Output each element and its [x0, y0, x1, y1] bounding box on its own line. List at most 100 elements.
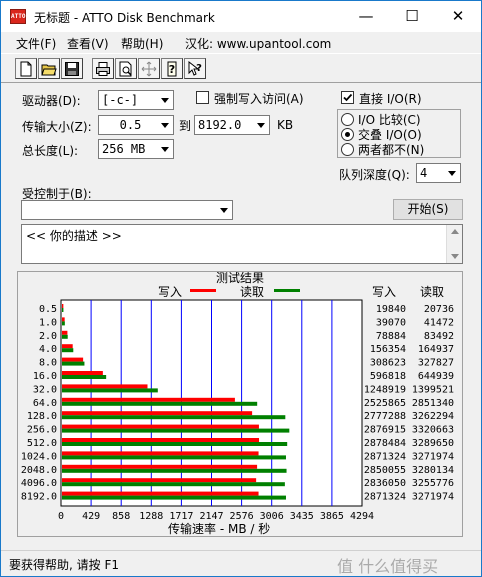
controlled-by-select[interactable]	[21, 200, 233, 220]
read-bar	[62, 334, 68, 339]
x-tick-label: 858	[112, 511, 130, 522]
menu-view[interactable]: 查看(V)	[67, 35, 109, 52]
io-compare-radio[interactable]	[341, 113, 354, 126]
chevron-down-icon	[215, 201, 232, 219]
write-value: 308623	[370, 358, 406, 369]
title-bar[interactable]: ATTO 无标题 - ATTO Disk Benchmark — ☐ ✕	[1, 1, 481, 32]
drive-select[interactable]: [-c-]	[98, 90, 174, 110]
write-bar	[62, 371, 103, 375]
queue-depth-select[interactable]: 4	[416, 163, 461, 183]
legend-write-label: 写入	[158, 285, 182, 299]
read-value: 3289650	[412, 438, 454, 449]
help-button[interactable]: ?	[161, 58, 183, 79]
read-bar	[62, 468, 287, 473]
force-write-checkbox[interactable]	[196, 91, 209, 104]
write-bar	[62, 464, 258, 469]
menu-file[interactable]: 文件(F)	[16, 35, 56, 52]
move-button[interactable]	[138, 58, 160, 79]
write-value: 2836050	[364, 478, 406, 489]
write-value: 19840	[376, 304, 406, 315]
write-value: 2525865	[364, 398, 406, 409]
direct-io-checkbox[interactable]	[341, 91, 354, 104]
y-tick-label: 64.0	[33, 398, 57, 409]
transfer-from-select[interactable]: 0.5	[98, 115, 174, 135]
y-tick-label: 2048.0	[21, 465, 57, 476]
write-value: 156354	[370, 344, 406, 355]
open-folder-icon	[41, 64, 57, 75]
x-tick-label: 2576	[230, 511, 254, 522]
y-tick-label: 8192.0	[21, 492, 57, 503]
x-tick-label: 3006	[260, 511, 284, 522]
neither-radio[interactable]	[341, 143, 354, 156]
chevron-down-icon	[443, 164, 460, 182]
y-tick-label: 32.0	[33, 384, 57, 395]
x-tick-label: 3435	[290, 511, 314, 522]
transfer-size-label: 传输大小(Z):	[22, 120, 92, 134]
read-bar	[62, 495, 286, 500]
column-header-read: 读取	[420, 285, 444, 299]
read-bar	[62, 308, 64, 312]
results-chart: 测试结果 写入 读取 写入 读取 0.5 1.0 2.0 4.0 8.0 16.0 32.0…	[21, 272, 454, 536]
description-text: << 你的描述 >>	[26, 229, 122, 243]
column-header-write: 写入	[372, 285, 396, 299]
write-value: 2850055	[364, 465, 406, 476]
y-tick-label: 128.0	[27, 411, 57, 422]
menu-translation-credit[interactable]: 汉化: www.upantool.com	[185, 35, 331, 52]
results-panel: 测试结果 写入 读取 写入 读取 0.5 1.0 2.0 4.0 8.0 16.0 32.0…	[17, 271, 463, 537]
menu-bar: 文件(F) 查看(V) 帮助(H) 汉化: www.upantool.com	[1, 32, 481, 53]
total-length-select[interactable]: 256 MB	[98, 139, 174, 159]
overlapped-io-radio[interactable]	[341, 128, 354, 141]
minimize-button[interactable]: —	[343, 1, 389, 32]
x-tick-label: 4294	[350, 511, 374, 522]
write-bar	[62, 424, 259, 429]
read-value: 644939	[418, 371, 454, 382]
new-document-button[interactable]	[15, 58, 37, 79]
y-tick-label: 0.5	[39, 304, 57, 315]
svg-text:?: ?	[196, 63, 202, 74]
write-bar	[62, 344, 73, 349]
description-scrollbar[interactable]	[446, 225, 462, 263]
save-button[interactable]	[61, 58, 83, 79]
print-preview-button[interactable]	[115, 58, 137, 79]
read-bar	[62, 401, 258, 406]
x-tick-label: 0	[58, 511, 64, 522]
read-bar	[62, 415, 286, 420]
save-icon	[65, 61, 79, 76]
x-tick-label: 1288	[139, 511, 163, 522]
close-button[interactable]: ✕	[435, 1, 481, 32]
read-value: 3271974	[412, 492, 454, 503]
x-tick-label: 3865	[320, 511, 344, 522]
read-bar	[62, 375, 107, 379]
x-tick-label: 1717	[169, 511, 193, 522]
transfer-to-label: 到	[179, 119, 192, 133]
drive-label: 驱动器(D):	[22, 94, 81, 108]
read-value: 3320663	[412, 425, 454, 436]
read-value: 327827	[418, 358, 454, 369]
x-tick-label: 429	[82, 511, 100, 522]
write-bar	[62, 411, 253, 416]
total-length-label: 总长度(L):	[22, 144, 79, 158]
context-help-icon: ?	[188, 60, 202, 76]
x-axis-label: 传输速率 - MB / 秒	[168, 521, 270, 536]
neither-label: 两者都不(N)	[358, 143, 425, 157]
chevron-down-icon	[252, 116, 269, 134]
read-bar	[62, 442, 288, 446]
read-bar	[62, 482, 285, 487]
y-tick-label: 256.0	[27, 425, 57, 436]
write-value: 2871324	[364, 451, 406, 462]
transfer-to-select[interactable]: 8192.0	[194, 115, 270, 135]
read-bar	[62, 388, 158, 393]
read-bar	[62, 361, 85, 366]
read-value: 3262294	[412, 411, 454, 422]
open-button[interactable]	[38, 58, 60, 79]
start-button[interactable]: 开始(S)	[393, 199, 463, 220]
legend-write-swatch	[190, 289, 216, 292]
new-document-icon	[20, 61, 32, 76]
description-textarea[interactable]: << 你的描述 >>	[21, 224, 463, 264]
print-button[interactable]	[92, 58, 114, 79]
context-help-button[interactable]: ?	[184, 58, 206, 79]
atto-app-icon: ATTO	[10, 9, 26, 24]
read-value: 41472	[424, 317, 454, 328]
maximize-button[interactable]: ☐	[389, 1, 435, 32]
menu-help[interactable]: 帮助(H)	[121, 35, 163, 52]
